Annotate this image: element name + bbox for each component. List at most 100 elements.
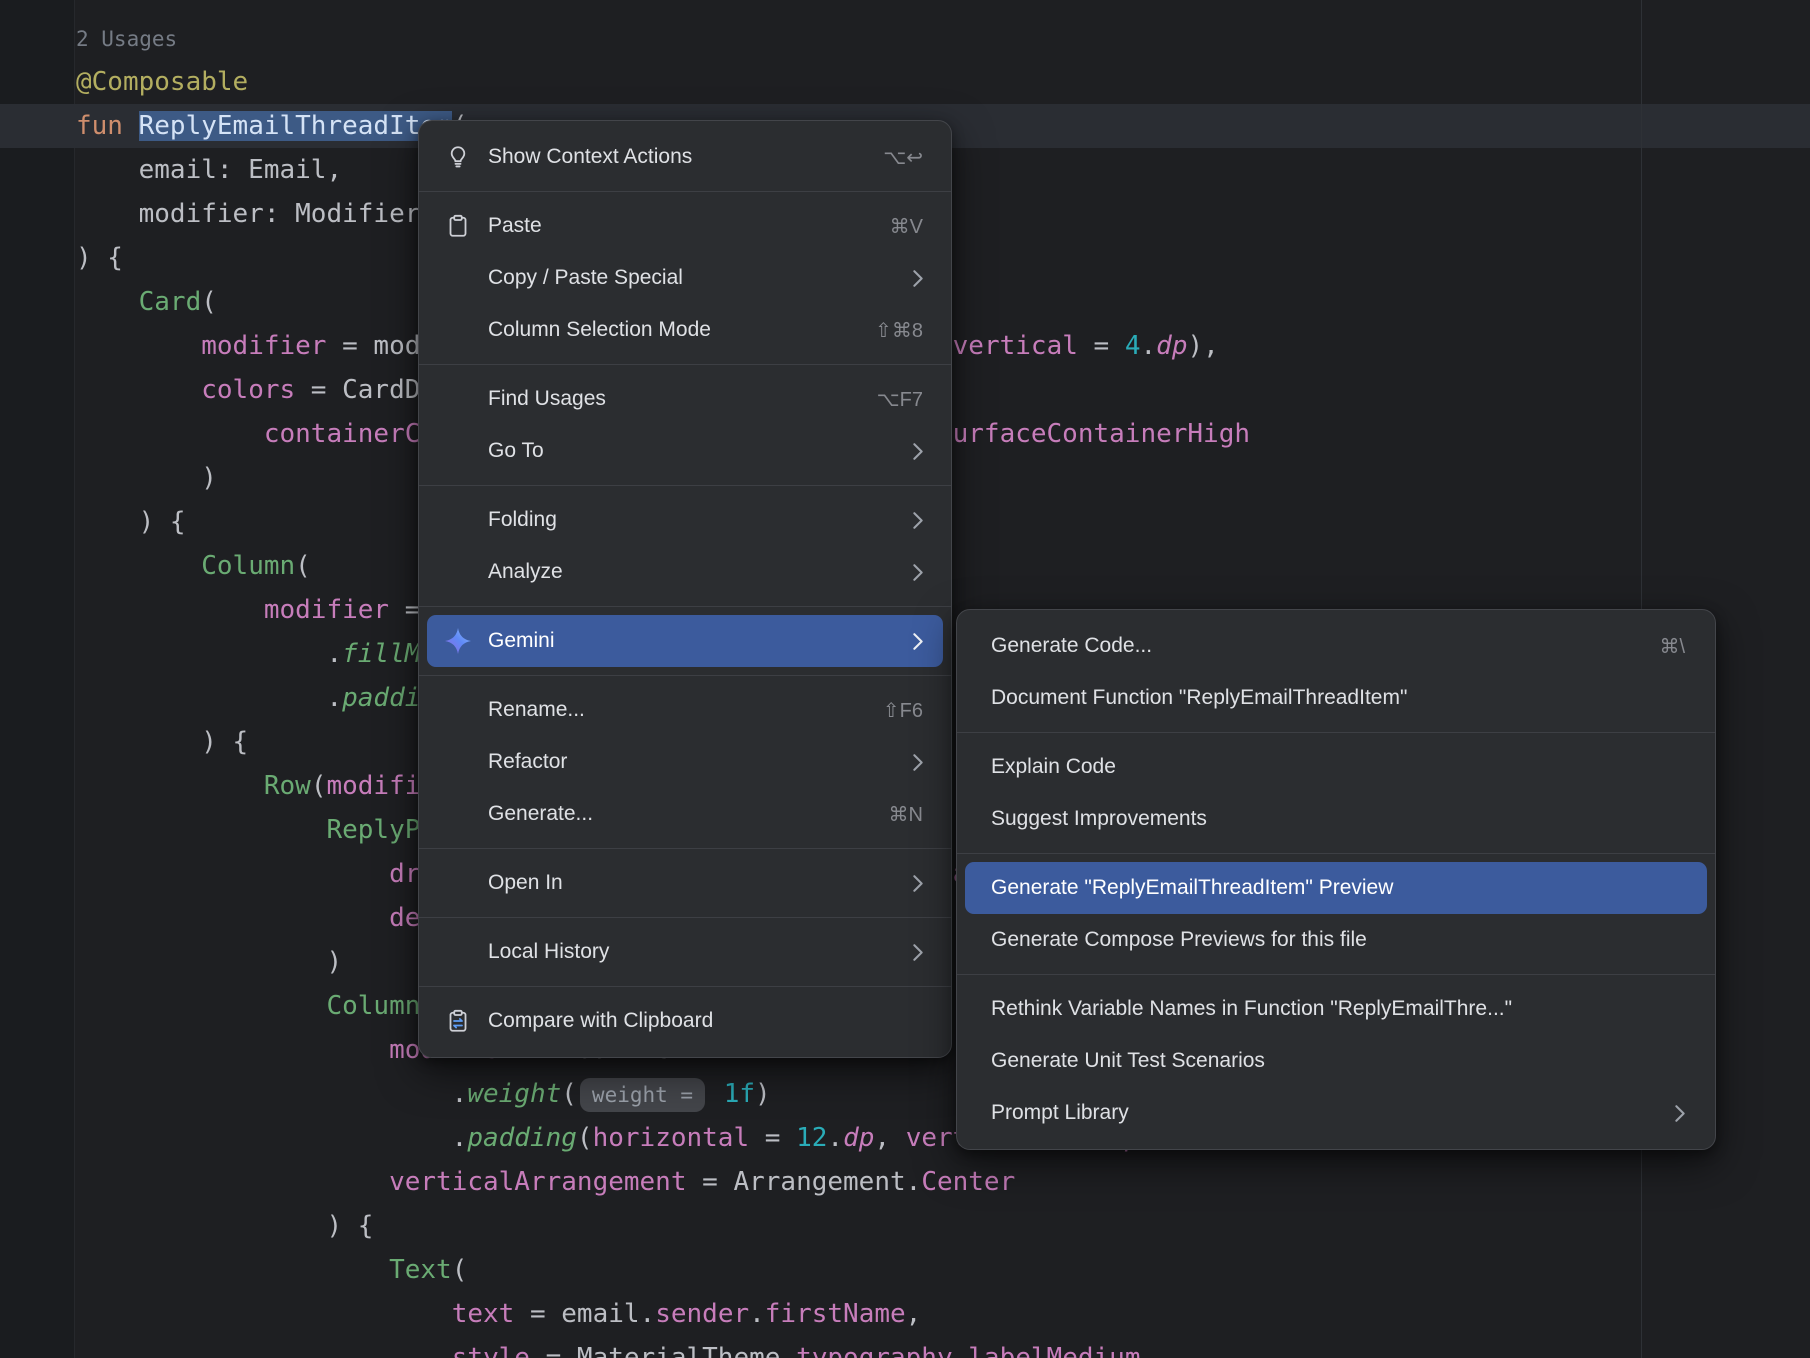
menu-item-open-in[interactable]: Open In bbox=[427, 857, 943, 909]
code-token: Center bbox=[921, 1167, 1015, 1197]
menu-item-generate-preview[interactable]: Generate "ReplyEmailThreadItem" Preview bbox=[965, 862, 1707, 914]
chevron-right-icon bbox=[913, 564, 923, 581]
code-token: ( bbox=[452, 1255, 468, 1285]
menu-item-label: Rename... bbox=[488, 698, 585, 722]
code-token: 4 bbox=[1125, 331, 1141, 361]
code-token: Card bbox=[139, 287, 202, 317]
code-token bbox=[76, 1255, 389, 1285]
code-line: verticalArrangement = Arrangement.Center bbox=[0, 1160, 1810, 1204]
menu-item-suggest-improvements[interactable]: Suggest Improvements bbox=[965, 793, 1707, 845]
code-token: verticalArrangement bbox=[389, 1167, 686, 1197]
menu-separator bbox=[419, 485, 951, 486]
menu-item-label: Prompt Library bbox=[991, 1101, 1129, 1125]
menu-item-shortcut: ⌥↩ bbox=[853, 145, 923, 170]
code-token: labelMedium bbox=[968, 1343, 1140, 1358]
menu-separator bbox=[419, 917, 951, 918]
code-token: = email. bbox=[514, 1299, 655, 1329]
menu-item-explain-code[interactable]: Explain Code bbox=[965, 741, 1707, 793]
code-token: ) { bbox=[76, 1211, 373, 1241]
code-token: ) { bbox=[76, 727, 248, 757]
icon-slot bbox=[443, 315, 473, 345]
menu-item-label: Generate "ReplyEmailThreadItem" Preview bbox=[991, 876, 1393, 900]
code-token bbox=[76, 287, 139, 317]
code-token: surfaceContainerHigh bbox=[937, 419, 1250, 449]
menu-item-label: Generate Compose Previews for this file bbox=[991, 928, 1367, 952]
chevron-right-icon bbox=[913, 443, 923, 460]
code-token: padding bbox=[467, 1123, 577, 1153]
code-token: 1f bbox=[724, 1079, 755, 1109]
menu-item-label: Show Context Actions bbox=[488, 145, 692, 169]
code-token: 12 bbox=[796, 1123, 827, 1153]
code-token bbox=[76, 1343, 452, 1358]
menu-item-rethink-variable-names[interactable]: Rethink Variable Names in Function "Repl… bbox=[965, 983, 1707, 1035]
menu-item-label: Local History bbox=[488, 940, 609, 964]
icon-slot bbox=[443, 937, 473, 967]
menu-item-label: Suggest Improvements bbox=[991, 807, 1207, 831]
menu-item-label: Copy / Paste Special bbox=[488, 266, 683, 290]
code-token: modifier bbox=[264, 595, 389, 625]
chevron-right-icon bbox=[913, 633, 923, 650]
menu-item-generate-compose-previews[interactable]: Generate Compose Previews for this file bbox=[965, 914, 1707, 966]
code-line: @Composable bbox=[0, 60, 1810, 104]
menu-item-column-selection-mode[interactable]: Column Selection Mode⇧⌘8 bbox=[427, 304, 943, 356]
code-token: Column bbox=[201, 551, 295, 581]
menu-item-shortcut: ⇧F6 bbox=[853, 698, 923, 723]
menu-item-shortcut: ⌘\ bbox=[1629, 634, 1685, 659]
lightbulb-icon bbox=[443, 142, 473, 172]
code-line: style = MaterialTheme.typography.labelMe… bbox=[0, 1336, 1810, 1358]
menu-separator bbox=[957, 853, 1715, 854]
icon-slot bbox=[443, 799, 473, 829]
menu-item-shortcut: ⌘V bbox=[860, 214, 923, 239]
menu-item-local-history[interactable]: Local History bbox=[427, 926, 943, 978]
menu-item-generate[interactable]: Generate...⌘N bbox=[427, 788, 943, 840]
gemini-icon bbox=[443, 626, 473, 656]
menu-item-shortcut: ⌥F7 bbox=[847, 387, 923, 412]
code-token: . bbox=[76, 639, 342, 669]
code-token: ) { bbox=[76, 507, 186, 537]
icon-slot bbox=[443, 263, 473, 293]
menu-item-show-context-actions[interactable]: Show Context Actions ⌥↩ bbox=[427, 131, 943, 183]
icon-slot bbox=[443, 747, 473, 777]
menu-item-label: Compare with Clipboard bbox=[488, 1009, 713, 1033]
code-token: . bbox=[1141, 331, 1157, 361]
menu-separator bbox=[419, 364, 951, 365]
menu-item-refactor[interactable]: Refactor bbox=[427, 736, 943, 788]
code-token bbox=[76, 1167, 389, 1197]
menu-item-label: Generate Code... bbox=[991, 634, 1152, 658]
menu-item-find-usages[interactable]: Find Usages⌥F7 bbox=[427, 373, 943, 425]
menu-item-rename[interactable]: Rename... ⇧F6 bbox=[427, 684, 943, 736]
code-token bbox=[76, 859, 389, 889]
inlay-parameter-hint: weight = bbox=[580, 1078, 705, 1112]
menu-item-paste[interactable]: Paste⌘V bbox=[427, 200, 943, 252]
code-token bbox=[76, 375, 201, 405]
menu-item-copy-paste-special[interactable]: Copy / Paste Special bbox=[427, 252, 943, 304]
menu-item-label: Rethink Variable Names in Function "Repl… bbox=[991, 997, 1512, 1021]
code-token: ( bbox=[577, 1123, 593, 1153]
menu-item-generate-code[interactable]: Generate Code... ⌘\ bbox=[965, 620, 1707, 672]
code-token: fun bbox=[76, 111, 139, 141]
menu-item-label: Document Function "ReplyEmailThreadItem" bbox=[991, 686, 1407, 710]
menu-item-document-function[interactable]: Document Function "ReplyEmailThreadItem" bbox=[965, 672, 1707, 724]
code-token: = bbox=[749, 1123, 796, 1153]
menu-item-folding[interactable]: Folding bbox=[427, 494, 943, 546]
code-token: ), bbox=[1187, 331, 1218, 361]
code-token: ) bbox=[76, 463, 217, 493]
menu-item-compare-with-clipboard[interactable]: Compare with Clipboard bbox=[427, 995, 943, 1047]
menu-item-prompt-library[interactable]: Prompt Library bbox=[965, 1087, 1707, 1139]
usages-hint[interactable]: 2 Usages bbox=[76, 27, 177, 51]
code-token: = MaterialTheme. bbox=[530, 1343, 796, 1358]
code-token: colors bbox=[201, 375, 295, 405]
code-token bbox=[76, 771, 264, 801]
code-token: , bbox=[874, 1123, 905, 1153]
menu-item-analyze[interactable]: Analyze bbox=[427, 546, 943, 598]
menu-item-label: Generate... bbox=[488, 802, 593, 826]
menu-item-label: Go To bbox=[488, 439, 544, 463]
code-token: Column bbox=[326, 991, 420, 1021]
code-line: ) { bbox=[0, 1204, 1810, 1248]
menu-item-gemini[interactable]: Gemini bbox=[427, 615, 943, 667]
menu-item-go-to[interactable]: Go To bbox=[427, 425, 943, 477]
code-token: = Arrangement. bbox=[687, 1167, 922, 1197]
code-token bbox=[76, 1035, 389, 1065]
menu-item-label: Folding bbox=[488, 508, 557, 532]
menu-item-generate-unit-test-scenarios[interactable]: Generate Unit Test Scenarios bbox=[965, 1035, 1707, 1087]
